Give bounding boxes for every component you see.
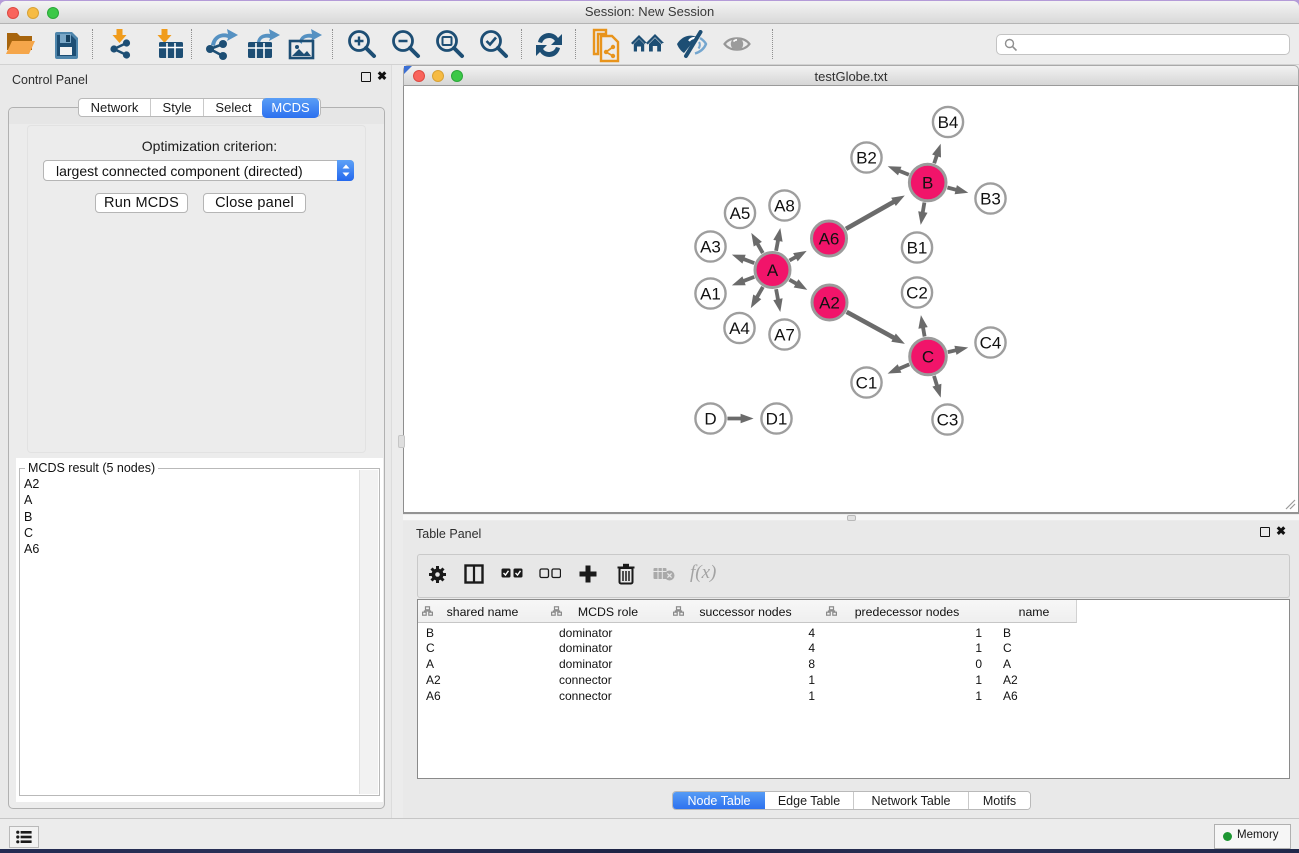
svg-text:C: C — [922, 348, 934, 367]
svg-text:A4: A4 — [729, 319, 750, 338]
svg-text:B4: B4 — [938, 113, 959, 132]
svg-text:C3: C3 — [937, 411, 959, 430]
svg-text:A5: A5 — [730, 204, 751, 223]
svg-text:B: B — [922, 174, 933, 193]
svg-text:C1: C1 — [856, 374, 878, 393]
svg-text:C4: C4 — [980, 334, 1002, 353]
svg-text:A3: A3 — [700, 238, 721, 257]
svg-text:A: A — [767, 261, 779, 280]
svg-text:A2: A2 — [819, 294, 840, 313]
svg-text:B3: B3 — [980, 190, 1001, 209]
svg-text:A1: A1 — [700, 285, 721, 304]
svg-text:A7: A7 — [774, 326, 795, 345]
svg-text:D1: D1 — [766, 410, 788, 429]
svg-text:C2: C2 — [906, 284, 928, 303]
svg-text:B2: B2 — [856, 149, 877, 168]
svg-text:A6: A6 — [819, 230, 840, 249]
svg-text:A8: A8 — [774, 197, 795, 216]
svg-text:D: D — [704, 410, 716, 429]
svg-text:B1: B1 — [907, 239, 928, 258]
